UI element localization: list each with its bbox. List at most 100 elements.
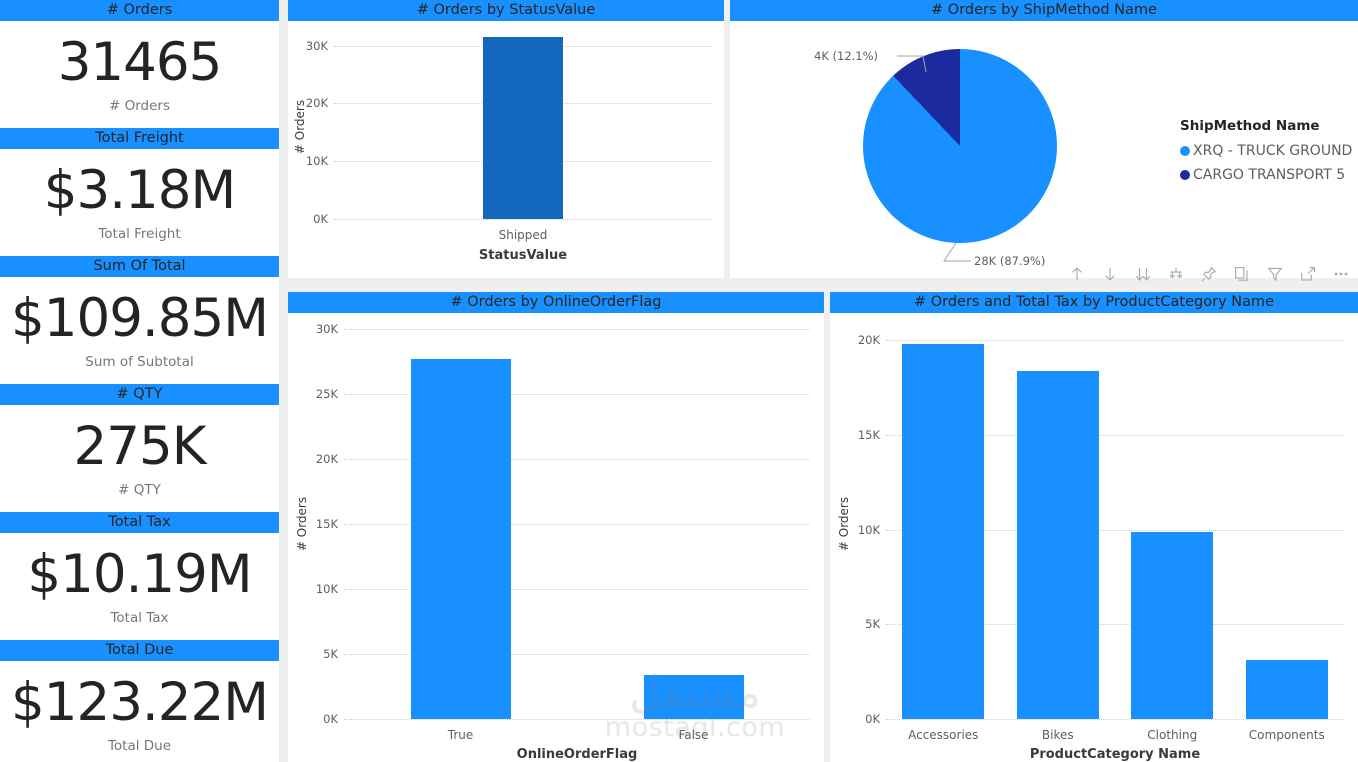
visual-title-onlineorderflag: # Orders by OnlineOrderFlag [288,292,824,313]
kpi-card-total-due[interactable]: Total Due $123.22M Total Due [0,640,279,762]
visual-title-shipmethod: # Orders by ShipMethod Name [730,0,1358,21]
gridline [886,340,1344,342]
y-axis-tick: 20K [857,333,880,348]
kpi-value-qty: 275K [73,415,207,477]
bar-components[interactable] [1245,660,1328,719]
plot-area-onlineorderflag: 0K 5K 10K 15K 20K 25K 30K # Orders True False Onli… [288,313,824,762]
x-axis-title: OnlineOrderFlag [516,747,638,762]
y-axis-tick: 20K [315,452,338,466]
y-axis-tick: 30K [305,38,328,53]
kpi-value-total-tax: $10.19M [27,543,252,605]
x-axis-category-label: Accessories [908,728,979,742]
kpi-card-total-freight[interactable]: Total Freight $3.18M Total Freight [0,128,279,256]
kpi-body-orders: 31465 # Orders [0,21,279,128]
bar-clothing[interactable] [1131,531,1214,719]
focus-mode-icon[interactable] [1297,263,1319,285]
kpi-header-total-freight: Total Freight [0,128,279,149]
gridline [886,719,1344,720]
bar-false[interactable] [643,674,744,719]
expand-all-icon[interactable] [1132,263,1154,285]
kpi-card-qty[interactable]: # QTY 275K # QTY [0,384,279,512]
bar-accessories[interactable] [902,344,985,719]
bar-shipped[interactable] [483,37,563,219]
x-axis-category-label: False [678,728,709,742]
y-axis-tick: 10K [305,154,328,169]
visual-orders-by-shipmethod[interactable]: # Orders by ShipMethod Name 4K (12.1%) 28… [730,0,1358,278]
kpi-header-sum-of-total: Sum Of Total [0,256,279,277]
y-axis-title: # Orders [837,496,851,552]
visual-orders-and-tax-by-productcategory[interactable]: # Orders and Total Tax by ProductCategor… [830,292,1358,762]
chart-inner: 0K 10K 20K 30K # Orders Shipped StatusValue [293,34,712,263]
drill-mode-icon[interactable] [1165,263,1187,285]
powerbi-report-canvas: # Orders 31465 # Orders Total Freight $3… [0,0,1358,762]
copy-icon[interactable] [1231,263,1253,285]
kpi-body-qty: 275K # QTY [0,405,279,512]
legend-swatch-icon [1180,146,1190,156]
kpi-label-total-tax: Total Tax [110,609,169,626]
x-axis-category-label: Shipped [498,228,548,242]
pie-legend: ShipMethod Name XRQ - TRUCK GROUND CARGO T… [1180,118,1352,191]
plot-area-productcategory: 0K 5K 10K 15K 20K # Orders Accessories Bikes Clo… [830,313,1358,762]
kpi-value-total-due: $123.22M [11,671,269,733]
pin-icon[interactable] [1198,263,1220,285]
chart-inner: 0K 5K 10K 15K 20K # Orders Accessories Bikes Clo… [837,329,1344,762]
kpi-value-sum-of-total: $109.85M [11,287,269,349]
x-axis-category-label: Bikes [1041,728,1074,742]
legend-item-truck-ground[interactable]: XRQ - TRUCK GROUND [1180,143,1352,159]
x-axis-category-label: True [447,728,474,742]
y-axis-tick: 15K [857,428,880,443]
x-axis-category-label: Components [1248,728,1325,742]
kpi-value-orders: 31465 [57,31,223,93]
visual-title-statusvalue: # Orders by StatusValue [288,0,724,21]
kpi-label-sum-of-total: Sum of Subtotal [85,353,194,370]
y-axis-tick: 5K [323,647,338,661]
kpi-header-orders: # Orders [0,0,279,21]
y-axis-tick: 5K [865,617,880,632]
x-axis-title: StatusValue [478,248,568,263]
legend-item-label: XRQ - TRUCK GROUND [1193,143,1353,159]
kpi-header-total-tax: Total Tax [0,512,279,533]
kpi-body-total-tax: $10.19M Total Tax [0,533,279,640]
legend-swatch-icon [1180,170,1190,180]
gridline [344,719,810,720]
kpi-card-orders[interactable]: # Orders 31465 # Orders [0,0,279,128]
kpi-card-sum-of-total[interactable]: Sum Of Total $109.85M Sum of Subtotal [0,256,279,384]
kpi-value-total-freight: $3.18M [43,159,236,221]
bar-true[interactable] [410,359,511,719]
filter-icon[interactable] [1264,263,1286,285]
kpi-card-total-tax[interactable]: Total Tax $10.19M Total Tax [0,512,279,640]
kpi-header-total-due: Total Due [0,640,279,661]
x-axis-title: ProductCategory Name [1029,747,1201,762]
bar-bikes[interactable] [1016,370,1099,719]
kpi-label-orders: # Orders [108,97,170,114]
y-axis-title: # Orders [293,99,307,154]
kpi-body-total-due: $123.22M Total Due [0,661,279,762]
visual-header-toolbar [1030,259,1358,289]
pie-slices[interactable] [863,49,1057,243]
legend-item-cargo-transport[interactable]: CARGO TRANSPORT 5 [1180,167,1352,183]
y-axis-tick: 30K [315,322,338,336]
y-axis-tick: 0K [865,712,880,726]
visual-title-productcategory: # Orders and Total Tax by ProductCategor… [830,292,1358,313]
drill-up-icon[interactable] [1066,263,1088,285]
kpi-card-column: # Orders 31465 # Orders Total Freight $3… [0,0,279,762]
y-axis-tick: 15K [315,517,338,531]
drill-down-icon[interactable] [1099,263,1121,285]
y-axis-tick: 10K [857,522,880,537]
gridline [344,329,810,330]
y-axis-tick: 10K [315,582,338,596]
kpi-body-sum-of-total: $109.85M Sum of Subtotal [0,277,279,384]
kpi-label-total-due: Total Due [107,737,172,754]
visual-orders-by-statusvalue[interactable]: # Orders by StatusValue 0K 10K 20K 30K # Ord… [288,0,724,278]
visual-orders-by-onlineorderflag[interactable]: # Orders by OnlineOrderFlag 0K 5K 10K 15K 20… [288,292,824,762]
pie-data-label-cargo: 4K (12.1%) [814,49,879,63]
gridline [334,219,712,220]
chart-inner: 0K 5K 10K 15K 20K 25K 30K # Orders True False Onli… [295,322,810,762]
y-axis-tick: 0K [313,212,328,226]
y-axis-tick: 0K [323,712,338,726]
y-axis-tick: 20K [305,96,328,111]
y-axis-tick: 25K [315,387,338,401]
kpi-header-qty: # QTY [0,384,279,405]
more-options-icon[interactable] [1330,263,1352,285]
legend-title: ShipMethod Name [1180,118,1320,134]
